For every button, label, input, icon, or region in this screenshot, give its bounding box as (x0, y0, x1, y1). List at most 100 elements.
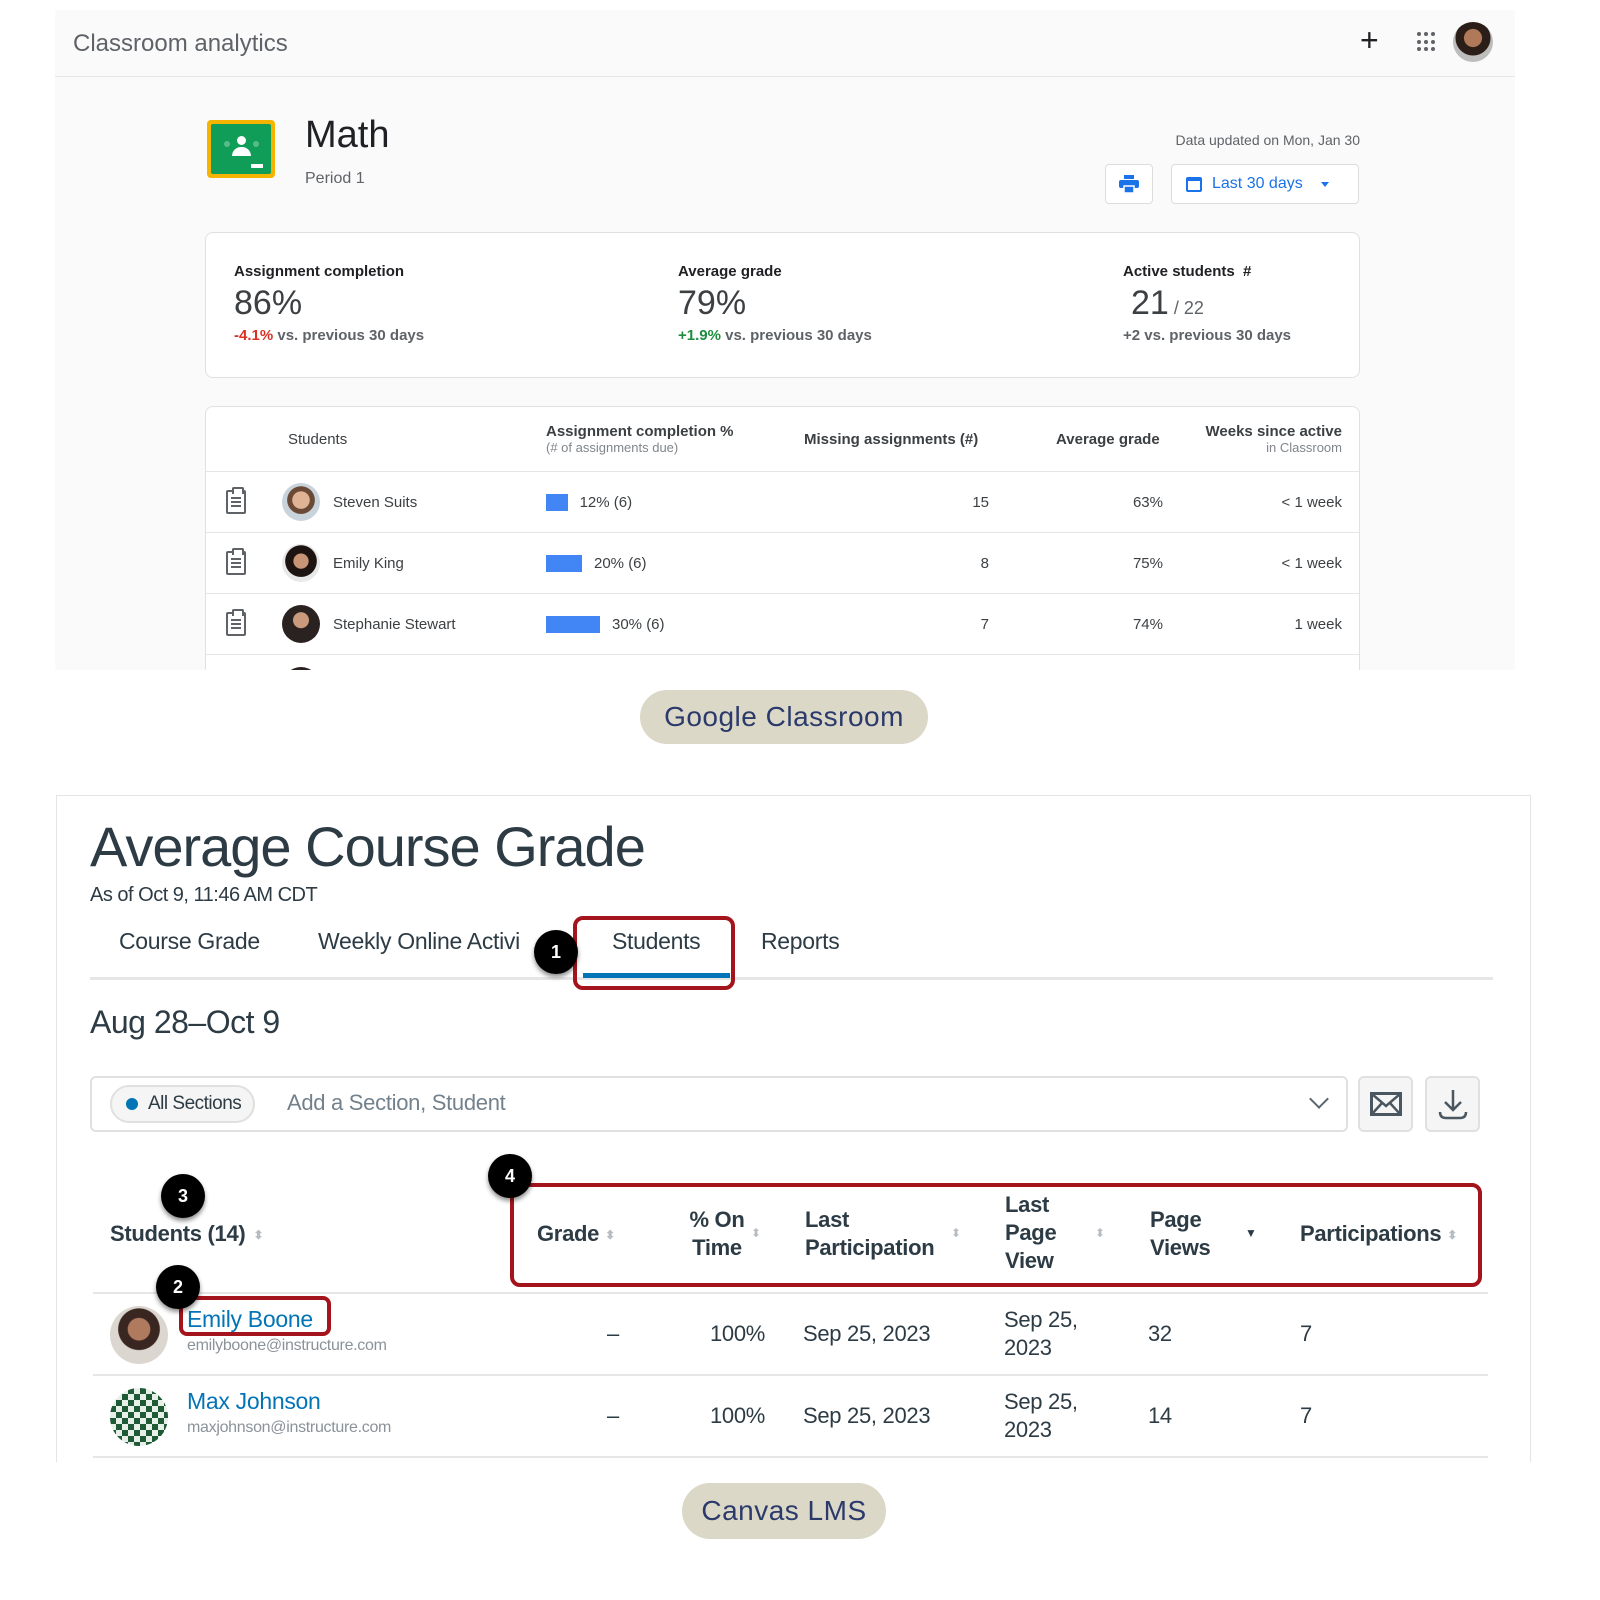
student-name-link[interactable]: Max Johnson (187, 1388, 391, 1415)
student-email: emilyboone@instructure.com (187, 1337, 387, 1354)
sort-icon: ⬍ (253, 1228, 264, 1242)
page-views-cell: 14 (1148, 1403, 1172, 1428)
avatar (282, 544, 320, 582)
canvas-lms-panel: Average Course Grade As of Oct 9, 11:46 … (56, 795, 1531, 1462)
app-title: Classroom analytics (73, 30, 288, 57)
apps-grid-icon[interactable] (1417, 32, 1437, 52)
message-button[interactable] (1358, 1076, 1413, 1132)
completion-bar (546, 615, 600, 633)
column-header-grade[interactable]: Grade ⬍ (537, 1220, 615, 1248)
clipboard-icon[interactable] (226, 548, 246, 575)
highlight-students-tab (573, 916, 735, 990)
app-header: Classroom analytics + (55, 10, 1515, 77)
weeks-active-cell: < 1 week (1281, 493, 1342, 511)
stat-value: 79% (678, 284, 747, 322)
table-row[interactable]: Emily King 20% (6) 8 75% < 1 week (206, 532, 1359, 593)
all-sections-chip[interactable]: All Sections (110, 1085, 256, 1123)
stat-label: Average grade (678, 263, 782, 280)
on-time-cell: 100% (710, 1403, 766, 1428)
course-title: Math (305, 114, 390, 156)
stat-average-grade: Average grade 79% +1.9% vs. previous 30 … (678, 263, 872, 344)
tab-bar: Course Grade Weekly Online Activi Studen… (90, 916, 1493, 980)
sort-icon: ⬍ (605, 1228, 615, 1242)
column-header-students[interactable]: Students (14) ⬍ (110, 1220, 264, 1248)
stat-change: +2 vs. previous 30 days (1123, 327, 1292, 344)
column-header-participations[interactable]: Participations ⬍ (1300, 1220, 1457, 1248)
table-row: Max Johnson maxjohnson@instructure.com –… (93, 1374, 1488, 1456)
table-row[interactable]: Stephanie Stewart 30% (6) 7 74% 1 week (206, 593, 1359, 654)
download-icon (1438, 1090, 1467, 1120)
dot-icon (126, 1098, 138, 1110)
date-range-dropdown[interactable]: Last 30 days (1171, 164, 1359, 204)
column-header-students[interactable]: Students (288, 407, 347, 471)
clipboard-icon[interactable] (226, 609, 246, 636)
stat-value: 21 / 22 (1131, 284, 1204, 322)
column-header-weeks-active[interactable]: Weeks since active in Classroom (1206, 407, 1342, 471)
tab-weekly-online-activity[interactable]: Weekly Online Activi (318, 928, 540, 955)
on-time-cell: 100% (710, 1321, 766, 1346)
stat-change: +1.9% vs. previous 30 days (678, 327, 872, 344)
column-header-last-participation[interactable]: Last Participation (805, 1206, 945, 1262)
column-header-last-page-view[interactable]: Last Page View (1005, 1191, 1065, 1275)
sort-desc-icon: ▼ (1245, 1226, 1257, 1240)
column-header-page-views[interactable]: Page Views (1150, 1206, 1220, 1262)
print-icon (1119, 175, 1139, 193)
sort-icon: ⬍ (751, 1226, 762, 1240)
print-button[interactable] (1105, 164, 1153, 204)
column-header-completion[interactable]: Assignment completion % (# of assignments… (546, 407, 734, 471)
download-button[interactable] (1425, 1076, 1480, 1132)
completion-cell: 12% (6) (546, 472, 632, 532)
stat-label: Assignment completion (234, 263, 405, 280)
caret-down-icon (1320, 181, 1329, 187)
weeks-active-cell: 1 week (1294, 615, 1342, 633)
column-header-on-time[interactable]: % On Time (687, 1206, 747, 1262)
data-updated-text: Data updated on Mon, Jan 30 (1175, 132, 1360, 148)
course-section: Period 1 (305, 170, 365, 187)
avatar (282, 605, 320, 643)
table-row[interactable]: Steven Suits 12% (6) 15 63% < 1 week (206, 471, 1359, 532)
date-range: Aug 28–Oct 9 (90, 1004, 280, 1040)
plus-icon[interactable]: + (1360, 24, 1379, 56)
row-divider (93, 1456, 1488, 1458)
student-name[interactable]: Steven Suits (333, 472, 417, 532)
callout-badge-4: 4 (488, 1154, 532, 1198)
student-name[interactable]: Stephanie Stewart (333, 594, 456, 654)
sort-icon: ⬍ (1095, 1226, 1106, 1240)
average-grade-cell: 74% (1132, 615, 1163, 633)
grade-cell: – (607, 1403, 619, 1428)
filter-placeholder: Add a Section, Student (287, 1090, 506, 1115)
clipboard-icon[interactable] (226, 487, 246, 514)
envelope-icon (1369, 1092, 1402, 1116)
tab-reports[interactable]: Reports (761, 928, 840, 955)
callout-badge-3: 3 (161, 1174, 205, 1218)
section-student-filter[interactable]: All Sections Add a Section, Student (90, 1076, 1348, 1132)
sort-icon: ⬍ (1447, 1228, 1458, 1242)
highlight-student-name (179, 1296, 331, 1336)
avatar (282, 667, 320, 670)
chevron-down-icon[interactable] (1309, 1089, 1329, 1109)
last-page-view-cell: Sep 25, 2023 (1004, 1307, 1078, 1360)
page-title: Average Course Grade (90, 815, 646, 878)
missing-cell: 15 (972, 493, 989, 511)
completion-bar (546, 493, 568, 511)
completion-cell: 30% (6) (546, 594, 665, 654)
user-avatar[interactable] (1453, 22, 1493, 62)
column-header-missing[interactable]: Missing assignments (#) (804, 407, 978, 471)
completion-bar (546, 554, 582, 572)
tab-course-grade[interactable]: Course Grade (119, 928, 260, 955)
student-email: maxjohnson@instructure.com (187, 1419, 392, 1436)
calendar-icon (1186, 176, 1202, 192)
avatar (110, 1306, 168, 1364)
google-classroom-label: Google Classroom (640, 690, 928, 744)
as-of-timestamp: As of Oct 9, 11:46 AM CDT (90, 884, 318, 906)
avatar (110, 1388, 168, 1446)
sort-icon: ⬍ (951, 1226, 962, 1240)
students-table: Students Assignment completion % (# of as… (205, 406, 1360, 670)
table-row[interactable] (206, 654, 1359, 670)
column-header-average-grade[interactable]: Average grade (1056, 407, 1160, 471)
google-classroom-panel: Classroom analytics + Math Period 1 Data… (55, 10, 1515, 670)
callout-badge-1: 1 (534, 930, 578, 974)
completion-cell: 20% (6) (546, 533, 647, 593)
stat-label: Active students # (1123, 263, 1252, 280)
student-name[interactable]: Emily King (333, 533, 404, 593)
